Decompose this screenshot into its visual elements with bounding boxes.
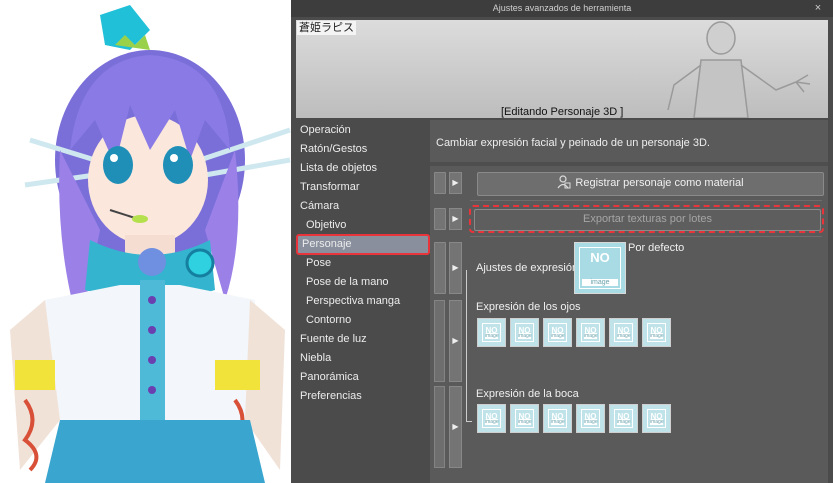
no-image-icon: NO image [515,409,534,428]
export-expand-chevron-icon[interactable]: ▶ [449,208,462,230]
window-titlebar[interactable]: Ajustes avanzados de herramienta × [291,0,833,17]
no-image-icon: NO image [579,247,621,289]
section-description: Cambiar expresión facial y peinado de un… [436,137,710,149]
eyes-expression-thumbnail[interactable]: NO image [510,318,539,347]
register-expand-chevron-icon[interactable]: ▶ [449,172,462,194]
mouth-visibility-toggle[interactable] [434,386,445,468]
personaje-settings: Cambiar expresión facial y peinado de un… [430,120,828,483]
character-viewport[interactable] [0,0,291,483]
sidebar-item-camara[interactable]: Cámara [300,197,339,216]
sidebar-item-niebla[interactable]: Niebla [300,349,331,368]
sidebar-item-preferencias[interactable]: Preferencias [300,387,362,406]
sidebar-item-lista-objetos[interactable]: Lista de objetos [300,159,377,178]
eyes-expression-thumbnail[interactable]: NO image [477,318,506,347]
mouth-expression-label: Expresión de la boca [476,388,579,400]
mouth-expression-thumbnail[interactable]: NO image [609,404,638,433]
eyes-expression-thumbnail[interactable]: NO image [609,318,638,347]
sidebar-item-fuente-luz[interactable]: Fuente de luz [300,330,367,349]
close-icon[interactable]: × [811,0,825,17]
expression-expand-chevron-icon[interactable]: ▶ [449,242,462,294]
character-illustration [10,5,291,483]
no-image-icon: NO image [614,323,633,342]
divider [470,236,822,237]
expression-settings-label: Ajustes de expresión [476,262,579,274]
mouth-expression-thumbnail[interactable]: NO image [543,404,572,433]
window-title: Ajustes avanzados de herramienta [492,3,632,13]
sidebar-item-panoramica[interactable]: Panorámica [300,368,359,387]
eyes-visibility-toggle[interactable] [434,300,445,382]
mouth-expand-chevron-icon[interactable]: ▶ [449,386,462,468]
no-image-icon: NO image [548,409,567,428]
sidebar-item-perspectiva-manga[interactable]: Perspectiva manga [306,292,400,311]
mouth-expression-thumbnail[interactable]: NO image [477,404,506,433]
sidebar-item-objetivo[interactable]: Objetivo [306,216,346,235]
tree-connector [466,421,472,422]
settings-category-list: Operación Ratón/Gestos Lista de objetos … [296,120,430,483]
no-image-icon: NO image [548,323,567,342]
sidebar-item-operacion[interactable]: Operación [300,121,351,140]
character-preview[interactable]: 蒼姫ラピス [Editando Personaje 3D ] [296,20,828,118]
default-label: Por defecto [628,242,685,254]
no-image-icon: NO image [482,409,501,428]
no-image-icon: NO image [581,409,600,428]
export-textures-button[interactable]: Exportar texturas por lotes [474,209,821,231]
divider [470,200,822,201]
no-image-icon: NO image [647,323,666,342]
section-divider [430,162,828,166]
tree-connector [466,270,467,422]
no-image-icon: NO image [614,409,633,428]
sidebar-item-transformar[interactable]: Transformar [300,178,360,197]
default-expression-thumbnail[interactable]: NO image [574,242,626,294]
register-button-label: Registrar personaje como material [575,177,744,189]
sidebar-item-pose-mano[interactable]: Pose de la mano [306,273,389,292]
sidebar-item-pose[interactable]: Pose [306,254,331,273]
advanced-tool-settings-panel: Ajustes avanzados de herramienta × 蒼姫ラピス… [291,0,833,483]
expression-visibility-toggle[interactable] [434,242,446,294]
sidebar-item-personaje[interactable]: Personaje [296,234,430,255]
sidebar-item-raton-gestos[interactable]: Ratón/Gestos [300,140,367,159]
no-image-icon: NO image [581,323,600,342]
user-add-icon [557,175,571,189]
no-image-icon: NO image [515,323,534,342]
eyes-expand-chevron-icon[interactable]: ▶ [449,300,462,382]
export-visibility-toggle[interactable] [434,208,446,230]
eyes-expression-thumbnail[interactable]: NO image [576,318,605,347]
no-image-icon: NO image [647,409,666,428]
mouth-expression-thumbnail[interactable]: NO image [510,404,539,433]
no-image-icon: NO image [482,323,501,342]
sidebar-item-contorno[interactable]: Contorno [306,311,351,330]
eyes-expression-thumbnail[interactable]: NO image [543,318,572,347]
mouth-expression-thumbnail[interactable]: NO image [642,404,671,433]
register-visibility-toggle[interactable] [434,172,446,194]
register-character-button[interactable]: Registrar personaje como material [477,172,824,196]
mannequin-preview-figure [667,21,811,118]
editing-caption: [Editando Personaje 3D ] [501,106,624,118]
mouth-expression-thumbnail[interactable]: NO image [576,404,605,433]
eyes-expression-thumbnail[interactable]: NO image [642,318,671,347]
eyes-expression-label: Expresión de los ojos [476,301,581,313]
